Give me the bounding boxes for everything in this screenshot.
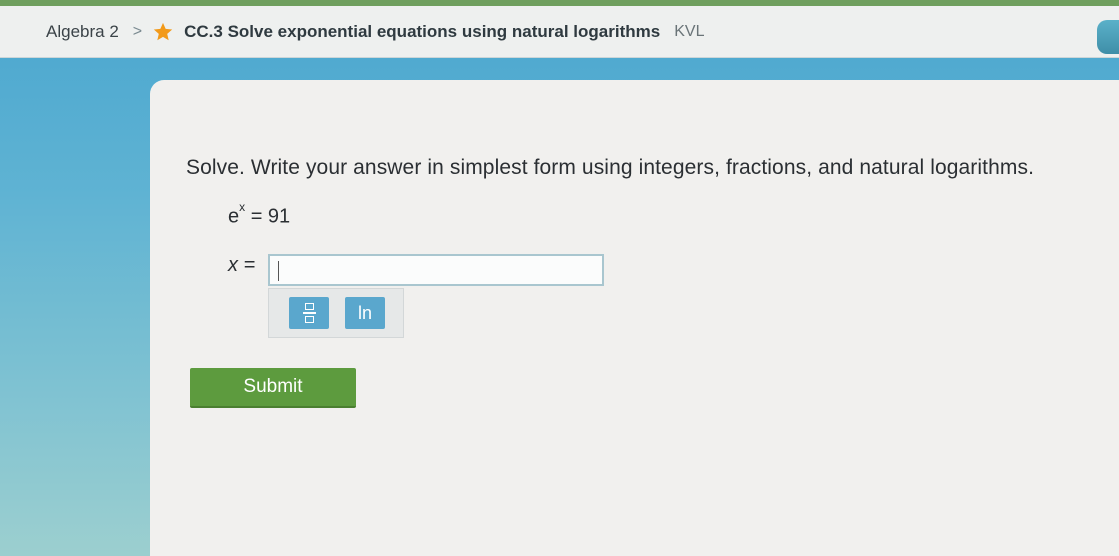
ln-button[interactable]: ln xyxy=(345,297,385,329)
question-instructions: Solve. Write your answer in simplest for… xyxy=(186,156,1034,179)
fraction-icon xyxy=(302,303,316,323)
corner-widget[interactable] xyxy=(1097,20,1119,54)
equation: ex = 91 xyxy=(228,200,291,229)
breadcrumb-skill-title: CC.3 Solve exponential equations using n… xyxy=(184,21,661,41)
answer-label: x = xyxy=(228,254,256,276)
breadcrumb-subject[interactable]: Algebra 2 xyxy=(46,22,119,42)
math-toolbar: ln xyxy=(268,288,404,338)
breadcrumb: Algebra 2 > CC.3 Solve exponential equat… xyxy=(0,6,1119,58)
equation-rhs: = 91 xyxy=(250,205,291,228)
question-panel: Solve. Write your answer in simplest for… xyxy=(150,80,1119,556)
equation-exponent: x xyxy=(239,200,246,214)
fraction-button[interactable] xyxy=(289,297,329,329)
submit-button[interactable]: Submit xyxy=(190,368,356,408)
answer-input[interactable] xyxy=(268,254,604,286)
text-caret xyxy=(278,261,279,281)
equation-base: e xyxy=(228,205,240,228)
chevron-right-icon: > xyxy=(132,22,143,40)
star-icon xyxy=(153,22,173,40)
skill-code: KVL xyxy=(674,22,705,40)
